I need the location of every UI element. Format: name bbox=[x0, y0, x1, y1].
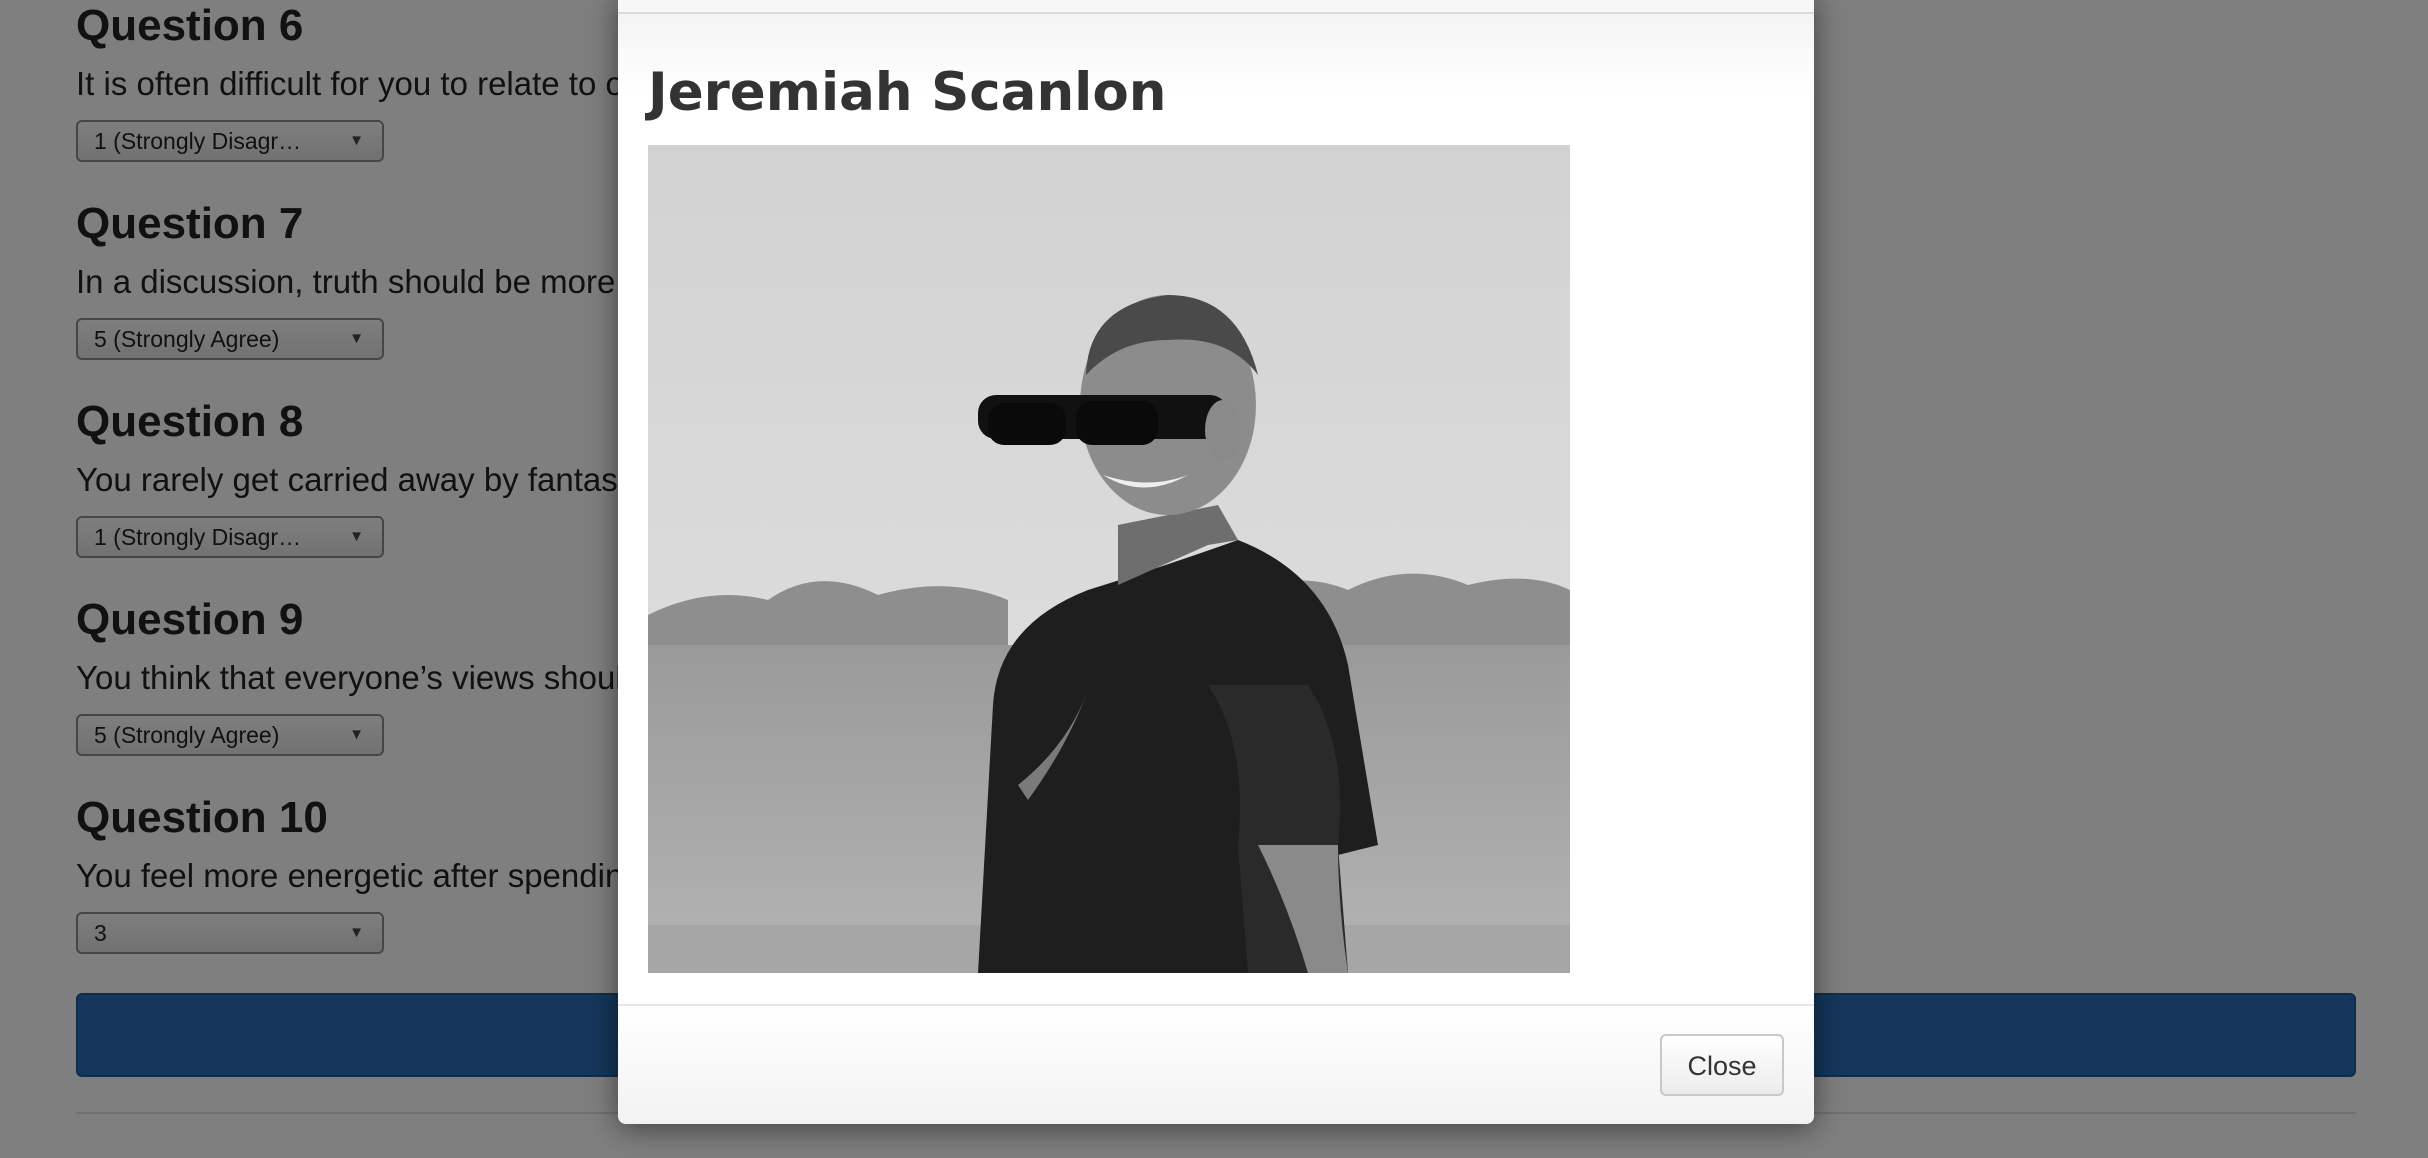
modal-header bbox=[618, 0, 1814, 14]
close-button[interactable]: Close bbox=[1660, 1034, 1784, 1096]
profile-name: Jeremiah Scanlon bbox=[648, 62, 1167, 123]
profile-modal: Jeremiah Scanlon Close bbox=[618, 0, 1814, 1124]
modal-footer: Close bbox=[618, 1004, 1814, 1124]
profile-photo bbox=[648, 145, 1570, 973]
modal-body: Jeremiah Scanlon bbox=[618, 14, 1814, 1004]
